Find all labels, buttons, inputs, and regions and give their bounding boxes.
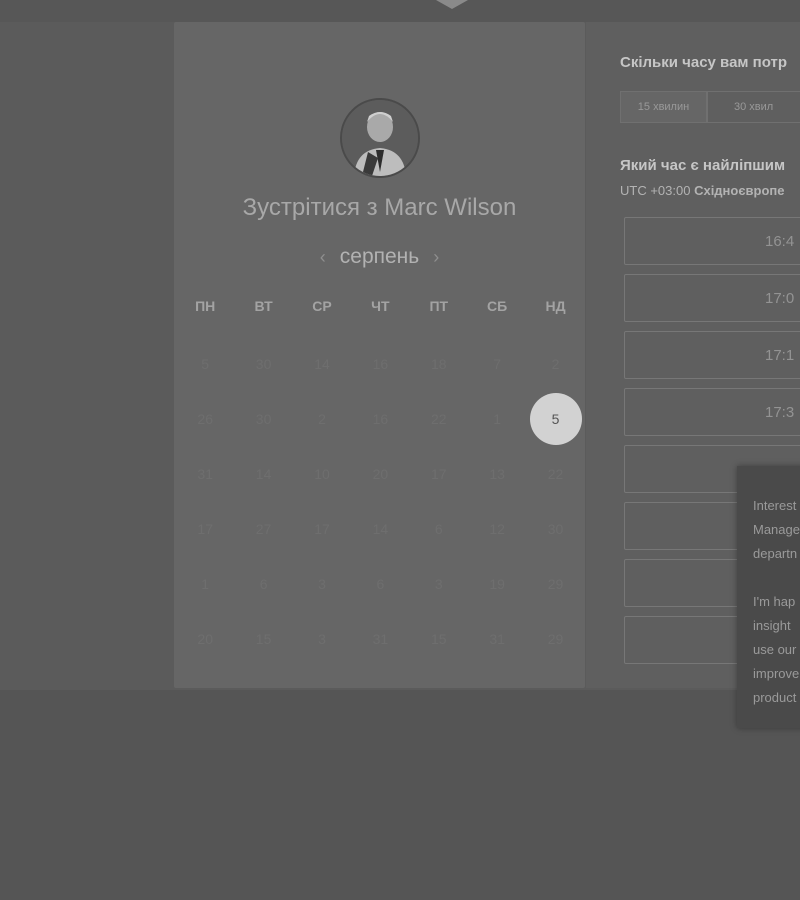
popup-line: use our	[753, 642, 797, 657]
duration-tab-15[interactable]: 15 хвилин	[620, 91, 707, 123]
calendar-day[interactable]: 31	[351, 611, 409, 666]
popup-line: insight	[753, 618, 791, 633]
calendar-day[interactable]: 22	[526, 446, 584, 501]
timezone-label: UTC +03:00 Східноєвропе	[620, 183, 785, 198]
calendar-day[interactable]: 14	[351, 501, 409, 556]
calendar-day[interactable]: 27	[234, 501, 292, 556]
calendar-day[interactable]: 1	[468, 391, 526, 446]
calendar-day[interactable]: 6	[234, 556, 292, 611]
calendar-week: 1 6 3 6 3 19 29	[176, 556, 585, 611]
calendar-day[interactable]: 15	[234, 611, 292, 666]
calendar-day[interactable]: 3	[410, 556, 468, 611]
person-photo-icon	[342, 100, 418, 176]
calendar-day[interactable]: 15	[410, 611, 468, 666]
time-slot[interactable]: 16:4	[624, 217, 800, 265]
calendar-day[interactable]: 30	[234, 336, 292, 391]
popup-line: Manage	[753, 522, 800, 537]
calendar-day[interactable]: 2	[526, 336, 584, 391]
calendar-day[interactable]: 17	[176, 501, 234, 556]
calendar-day[interactable]: 29	[526, 611, 584, 666]
calendar-week: 20 15 3 31 15 31 29	[176, 611, 585, 666]
calendar-grid: 5 30 14 16 18 7 2 26 30 2 16 22 1 5 31 1…	[176, 336, 585, 666]
calendar-week: 31 14 10 20 17 13 22	[176, 446, 585, 501]
calendar-week: 5 30 14 16 18 7 2	[176, 336, 585, 391]
calendar-day[interactable]: 6	[351, 556, 409, 611]
calendar-day[interactable]: 29	[526, 556, 584, 611]
popup-line: departn	[753, 546, 798, 561]
calendar-day[interactable]: 12	[468, 501, 526, 556]
calendar-day[interactable]: 20	[176, 611, 234, 666]
calendar-day[interactable]: 22	[410, 391, 468, 446]
weekday-label: ЧТ	[371, 298, 390, 314]
calendar-day[interactable]: 13	[468, 446, 526, 501]
calendar-day-selected[interactable]: 5	[526, 391, 584, 446]
popup-line: product	[753, 690, 797, 705]
popover-pointer	[436, 0, 468, 9]
calendar-week: 26 30 2 16 22 1 5	[176, 391, 585, 446]
timezone-offset: UTC +03:00	[620, 183, 691, 198]
calendar-day[interactable]: 30	[234, 391, 292, 446]
duration-tabs: 15 хвилин 30 хвил	[620, 91, 800, 123]
calendar-day[interactable]: 14	[293, 336, 351, 391]
time-slot[interactable]: 17:1	[624, 331, 800, 379]
weekday-label: НД	[545, 298, 566, 314]
calendar-day[interactable]: 17	[410, 446, 468, 501]
timezone-name: Східноєвропе	[694, 183, 785, 198]
calendar-day[interactable]: 3	[293, 611, 351, 666]
calendar-day[interactable]: 30	[526, 501, 584, 556]
month-navigation: ‹ серпень ›	[174, 242, 585, 272]
chevron-left-icon[interactable]: ‹	[320, 247, 326, 268]
time-question: Який час є найліпшим	[620, 157, 786, 174]
weekday-label: ПТ	[429, 298, 449, 314]
weekday-label: СБ	[487, 298, 508, 314]
popup-line: Interest	[753, 498, 797, 513]
popup-line: improve	[753, 666, 800, 681]
duration-question: Скільки часу вам потр	[620, 54, 788, 71]
weekday-header: ПН ВТ СР ЧТ ПТ СБ НД	[176, 298, 585, 320]
top-bar	[0, 0, 800, 22]
calendar-day[interactable]: 18	[410, 336, 468, 391]
background-lower	[0, 690, 800, 900]
calendar-day[interactable]: 14	[234, 446, 292, 501]
month-label: серпень	[339, 245, 420, 268]
calendar-day[interactable]: 17	[293, 501, 351, 556]
meeting-title: Зустрітися з Marc Wilson	[242, 194, 517, 221]
popup-line: I'm hap	[753, 594, 796, 609]
calendar-day[interactable]: 6	[410, 501, 468, 556]
time-slot[interactable]: 17:0	[624, 274, 800, 322]
chevron-right-icon[interactable]: ›	[433, 247, 439, 268]
calendar-day[interactable]: 1	[176, 556, 234, 611]
duration-tab-30[interactable]: 30 хвил	[707, 91, 800, 123]
host-avatar	[340, 98, 420, 178]
info-popup: Interest Manage departn I'm hap insight …	[737, 466, 800, 728]
time-slot[interactable]: 17:3	[624, 388, 800, 436]
calendar-day[interactable]: 31	[176, 446, 234, 501]
calendar-day[interactable]: 20	[351, 446, 409, 501]
calendar-panel: Зустрітися з Marc Wilson ‹ серпень › ПН …	[174, 22, 585, 688]
calendar-day[interactable]: 7	[468, 336, 526, 391]
calendar-day[interactable]: 31	[468, 611, 526, 666]
calendar-day[interactable]: 16	[351, 391, 409, 446]
calendar-day[interactable]: 26	[176, 391, 234, 446]
weekday-label: ВТ	[254, 298, 273, 314]
calendar-day[interactable]: 5	[176, 336, 234, 391]
calendar-day[interactable]: 16	[351, 336, 409, 391]
weekday-label: ПН	[195, 298, 216, 314]
calendar-day[interactable]: 3	[293, 556, 351, 611]
calendar-day[interactable]: 2	[293, 391, 351, 446]
weekday-label: СР	[312, 298, 332, 314]
calendar-day[interactable]: 10	[293, 446, 351, 501]
calendar-week: 17 27 17 14 6 12 30	[176, 501, 585, 556]
calendar-day[interactable]: 19	[468, 556, 526, 611]
